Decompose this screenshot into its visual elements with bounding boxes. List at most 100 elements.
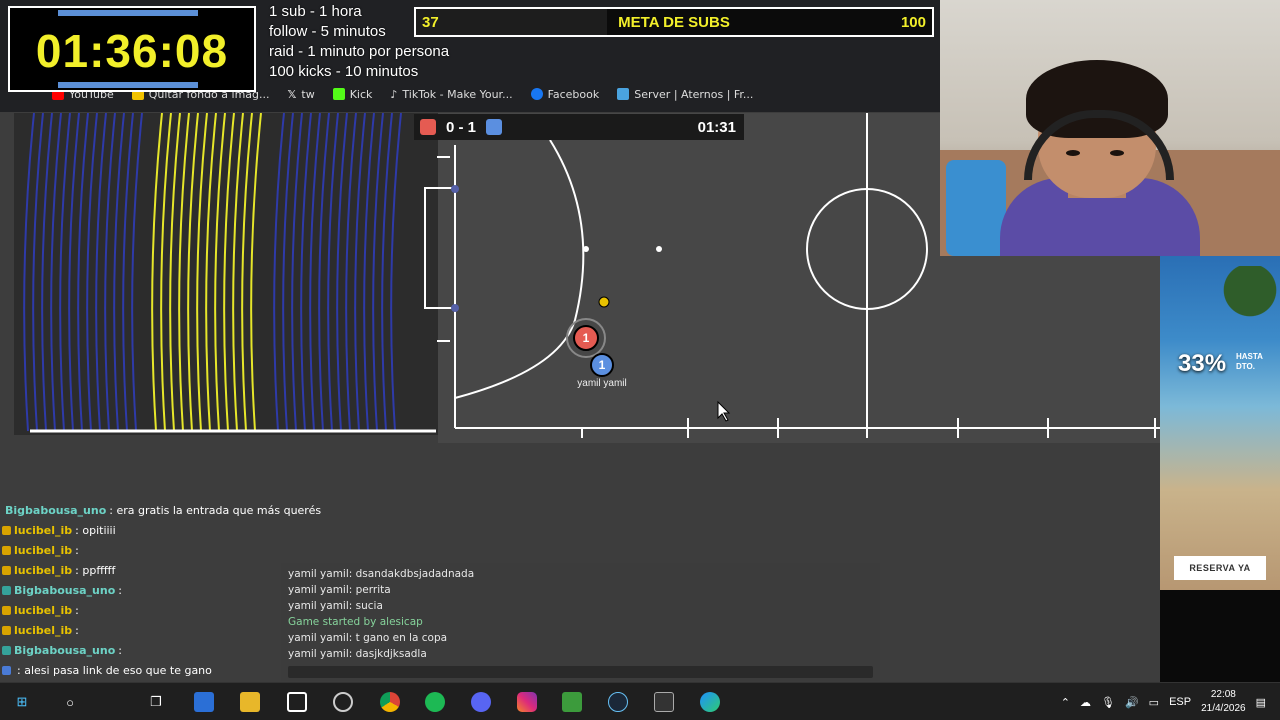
beach-ad[interactable]: 33% HASTA DTO. RESERVA YA: [1160, 256, 1280, 590]
chat-message: lucibel_ib: opitiiii: [2, 520, 302, 540]
date-text: 21/4/2026: [1201, 703, 1246, 714]
match-clock: 01:31: [697, 118, 736, 136]
player-name-label: yamil yamil: [577, 378, 627, 389]
notifications-icon[interactable]: ▤: [1256, 696, 1266, 709]
palm-icon: [1196, 266, 1280, 326]
bookmark-facebook[interactable]: Facebook: [530, 87, 600, 101]
subs-goal-bar: 37 META DE SUBS 100: [414, 7, 934, 37]
chat-username[interactable]: Bigbabousa_uno: [14, 584, 115, 597]
rule-line: 100 kicks - 10 minutos: [269, 63, 419, 80]
bookmark-label: TikTok - Make Your...: [402, 87, 513, 101]
chat-badge-icon: [2, 525, 11, 535]
file-explorer-icon[interactable]: [240, 692, 260, 712]
chat-username[interactable]: lucibel_ib: [14, 564, 72, 577]
webcam-chair: [946, 160, 1006, 256]
ad-sub-line: DTO.: [1236, 362, 1255, 371]
chat-message: lucibel_ib:: [2, 620, 302, 640]
bookmark-tw[interactable]: 𝕏tw: [288, 88, 315, 101]
clock[interactable]: 22:08 21/4/2026: [1201, 688, 1246, 716]
chat-text: :: [118, 643, 122, 657]
stream-timer: 01:36:08: [8, 6, 256, 92]
chat-username[interactable]: lucibel_ib: [14, 524, 72, 537]
chat-username[interactable]: Bigbabousa_uno: [14, 644, 115, 657]
search-icon[interactable]: ○: [60, 692, 80, 712]
chrome-icon[interactable]: [380, 692, 400, 712]
blue-player-number: 1: [598, 358, 606, 372]
tiktok-icon: ♪: [390, 87, 398, 101]
game-chat-panel: yamil yamil: dasjkdjksadla yamil yamil: t…: [281, 563, 880, 681]
edge-icon[interactable]: [700, 692, 720, 712]
chat-message: Bigbabousa_uno:: [2, 580, 302, 600]
timer-accent-top: [58, 10, 198, 16]
kick-icon: [332, 88, 345, 100]
chat-text: :: [118, 583, 122, 597]
chat-badge-icon: [2, 545, 11, 555]
timer-accent-bottom: [58, 82, 198, 88]
spotify-icon[interactable]: [425, 692, 445, 712]
webcam-feed: [940, 0, 1280, 256]
bookmark-aternos[interactable]: Server | Aternos | Fr...: [617, 88, 753, 101]
screen: YouTube Quitar fondo a imag... 𝕏tw Kick …: [0, 0, 1280, 720]
bookmark-label: Server | Aternos | Fr...: [634, 87, 754, 101]
monitor-icon[interactable]: ▭: [1149, 696, 1159, 709]
ad-reserve-button[interactable]: RESERVA YA: [1174, 556, 1266, 580]
language-indicator[interactable]: ESP: [1169, 696, 1191, 708]
ad-percent: 33%: [1178, 350, 1227, 377]
blue-team-icon: [486, 119, 503, 135]
chat-text: : opitiiii: [75, 523, 116, 537]
game-chat-line: yamil yamil: sucia: [288, 600, 383, 612]
webcam-eye-right: [1110, 150, 1124, 156]
chat-username[interactable]: lucibel_ib: [14, 544, 72, 557]
chat-badge-icon: [2, 605, 11, 615]
aternos-icon: [617, 88, 630, 100]
chevron-up-icon[interactable]: ⌃: [1061, 696, 1070, 709]
chat-message: : alesi pasa link de eso que te gano: [2, 660, 302, 680]
chat-text: :: [75, 543, 79, 557]
steam-icon[interactable]: [608, 692, 628, 712]
red-player-number: 1: [582, 331, 590, 345]
taskbar: ⊞ ○ ❐ ⌃ ☁ 🎙 🔊 ▭ ESP 22:08 21/4/2026 ▤: [0, 682, 1280, 720]
epic-games-icon[interactable]: [654, 692, 674, 712]
chat-message: Bigbabousa_uno: era gratis la entrada qu…: [2, 500, 321, 520]
discord-icon[interactable]: [471, 692, 491, 712]
chat-username[interactable]: Bigbabousa_uno: [5, 504, 106, 517]
obs-icon[interactable]: [333, 692, 353, 712]
chat-badge-icon: [2, 565, 11, 575]
chat-username[interactable]: lucibel_ib: [14, 624, 72, 637]
ad-percent-sub: HASTA DTO.: [1236, 352, 1263, 372]
store-icon[interactable]: [194, 692, 214, 712]
volume-icon[interactable]: 🔊: [1125, 696, 1139, 709]
right-dark-panel: [1160, 590, 1280, 682]
game-chat-line: yamil yamil: dasjkdjksadla: [288, 648, 427, 660]
chat-text: :: [75, 603, 79, 617]
bookmark-label: Facebook: [547, 87, 600, 101]
game-chat-line: yamil yamil: t gano en la copa: [288, 632, 448, 644]
minecraft-icon[interactable]: [562, 692, 582, 712]
chat-message: lucibel_ib: ppfffff: [2, 560, 302, 580]
timer-text: 01:36:08: [35, 25, 229, 77]
microphone-icon[interactable]: 🎙: [1101, 696, 1115, 709]
game-chat-line: Game started by alesicap: [288, 616, 423, 628]
game-chat-input[interactable]: [288, 666, 873, 678]
facebook-icon: [530, 88, 543, 100]
chat-username[interactable]: lucibel_ib: [14, 604, 72, 617]
capcut-icon[interactable]: [287, 692, 307, 712]
subs-title: META DE SUBS: [618, 13, 730, 31]
ad-sub-line: HASTA: [1236, 352, 1263, 361]
task-view-icon[interactable]: ❐: [146, 692, 166, 712]
stadium-stands: [14, 113, 438, 435]
chat-text: :: [75, 623, 79, 637]
bookmark-tiktok[interactable]: ♪ TikTok - Make Your...: [390, 88, 512, 101]
network-icon[interactable]: ☁: [1080, 696, 1091, 709]
time-text: 22:08: [1210, 689, 1236, 700]
x-icon: 𝕏: [287, 87, 297, 101]
red-team-icon: [420, 119, 436, 135]
chat-badge-icon: [2, 625, 11, 635]
bookmark-kick[interactable]: Kick: [332, 87, 373, 101]
instagram-icon[interactable]: [517, 692, 537, 712]
bookmark-label: Kick: [349, 87, 373, 101]
windows-start-icon[interactable]: ⊞: [12, 692, 32, 712]
chat-text: : alesi pasa link de eso que te gano: [17, 663, 212, 677]
chat-message: lucibel_ib:: [2, 540, 302, 560]
chat-message: Bigbabousa_uno:: [2, 640, 302, 660]
